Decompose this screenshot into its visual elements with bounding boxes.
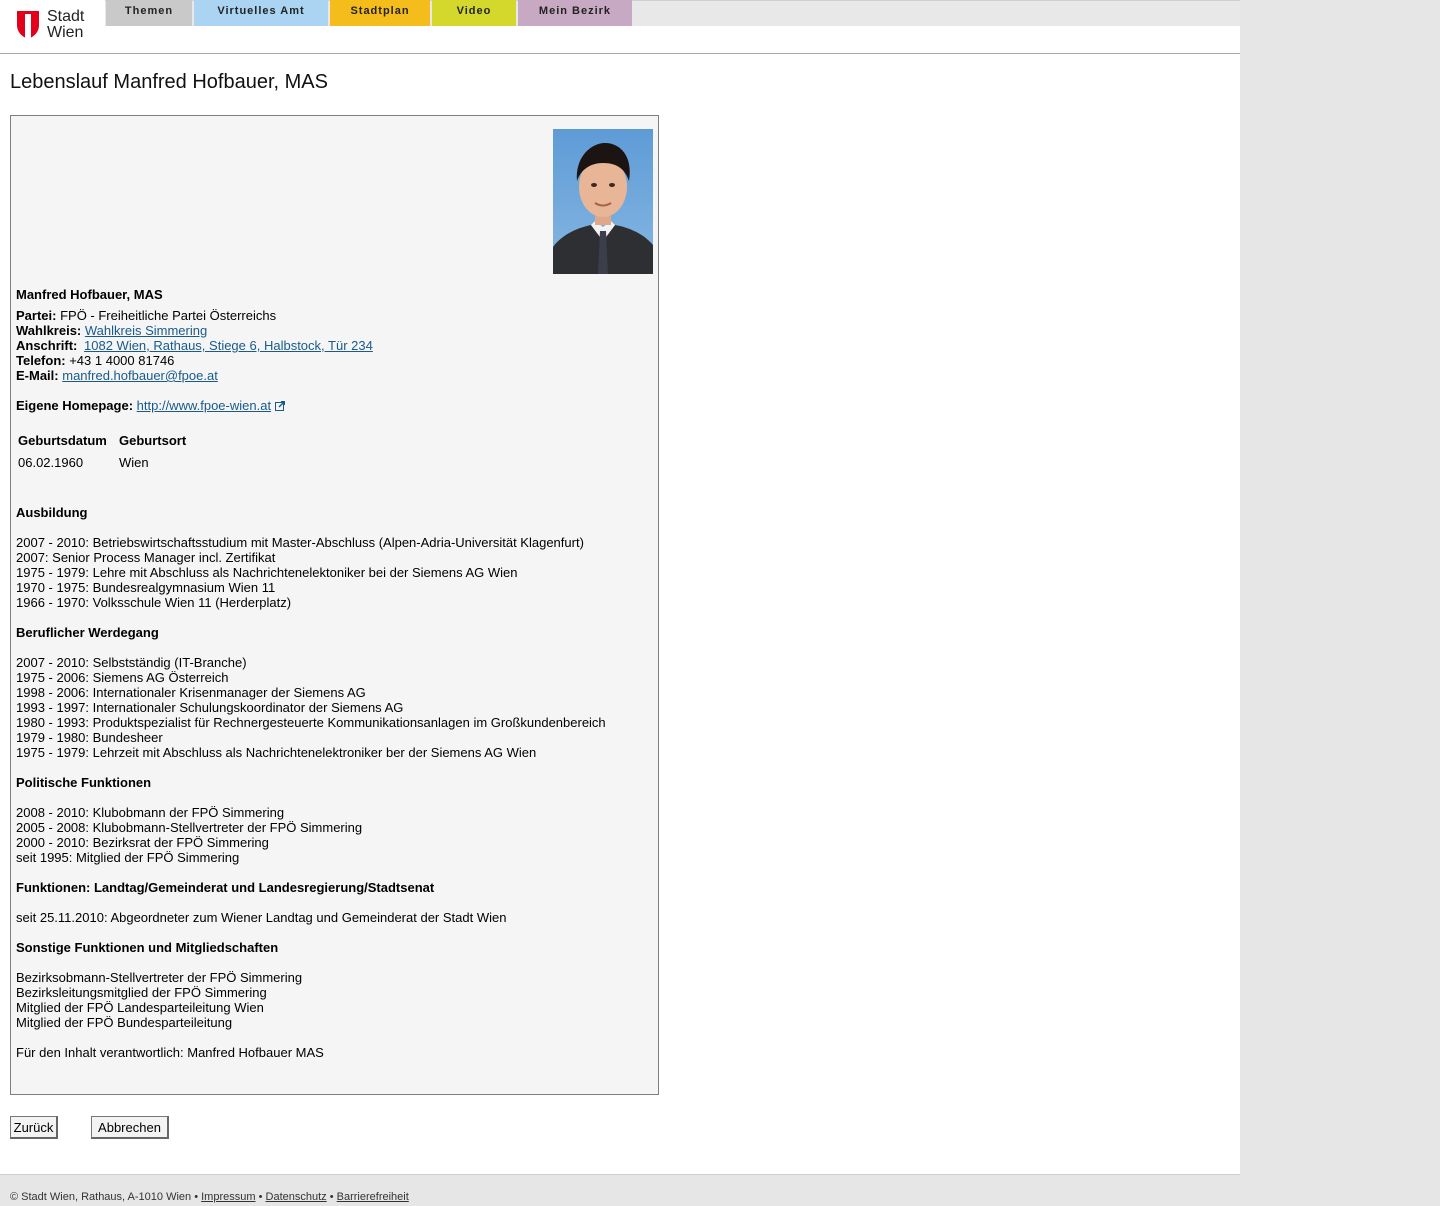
partei-label: Partei: [16,308,57,323]
homepage-link[interactable]: http://www.fpoe-wien.at [137,398,271,413]
page-title: Lebenslauf Manfred Hofbauer, MAS [10,71,328,93]
footer-line: © Stadt Wien, Rathaus, A-1010 Wien • Imp… [10,1191,409,1203]
telefon-value: +43 1 4000 81746 [69,353,175,368]
nav-tab-label: Stadtplan [350,5,410,17]
list-item: 2007: Senior Process Manager incl. Zerti… [16,550,276,565]
list-item: 1993 - 1997: Internationaler Schulungsko… [16,700,404,715]
page: Stadt Wien Themen Virtuelles Amt Stadtpl… [0,0,1240,1206]
wahlkreis-label: Wahlkreis: [16,323,82,338]
header: Stadt Wien Themen Virtuelles Amt Stadtpl… [0,0,1240,54]
cancel-button[interactable]: Abbrechen [91,1116,169,1139]
list-item: 2000 - 2010: Bezirksrat der FPÖ Simmerin… [16,835,269,850]
footer-separator: • [194,1191,199,1203]
nav-tab-label: Themen [124,5,174,17]
list-item: seit 25.11.2010: Abgeordneter zum Wiener… [16,910,507,925]
list-item: 1975 - 1979: Lehre mit Abschluss als Nac… [16,565,518,580]
vienna-shield-icon [17,11,39,39]
footer-separator: • [329,1191,334,1203]
stadt-wien-logo[interactable]: Stadt Wien [16,8,106,44]
nav-tab-themen[interactable]: Themen [106,0,192,26]
list-item: 1980 - 1993: Produktspezialist für Rechn… [16,715,606,730]
birth-place-cell: Wien [119,455,149,470]
birth-date-cell: 06.02.1960 [18,455,84,470]
telefon-row: Telefon: +43 1 4000 81746 [16,353,174,368]
telefon-label: Telefon: [16,353,66,368]
list-item: 1979 - 1980: Bundesheer [16,730,163,745]
footer: © Stadt Wien, Rathaus, A-1010 Wien • Imp… [0,1174,1240,1206]
list-item: 1966 - 1970: Volksschule Wien 11 (Herder… [16,595,292,610]
nav-tab-label: Mein Bezirk [538,5,612,17]
birth-table-header: Geburtsdatum [18,433,107,448]
section-heading: Beruflicher Werdegang [16,625,159,640]
list-item: Bezirksleitungsmitglied der FPÖ Simmerin… [16,985,267,1000]
nav-tab-stadtplan[interactable]: Stadtplan [330,0,430,26]
responsible-note: Für den Inhalt verantwortlich: Manfred H… [16,1045,324,1060]
email-row: E-Mail: manfred.hofbauer@fpoe.at [16,368,218,383]
partei-value: FPÖ - Freiheitliche Partei Österreichs [60,308,277,323]
profile-name: Manfred Hofbauer, MAS [16,287,163,302]
nav-tab-virtuelles-amt[interactable]: Virtuelles Amt [194,0,328,26]
list-item: seit 1995: Mitglied der FPÖ Simmering [16,850,240,865]
portrait-image [553,129,653,274]
list-item: 1970 - 1975: Bundesrealgymnasium Wien 11 [16,580,276,595]
list-item: 2007 - 2010: Selbstständig (IT-Branche) [16,655,247,670]
logo-text: Stadt Wien [47,8,85,41]
list-item: 2005 - 2008: Klubobmann-Stellvertreter d… [16,820,363,835]
list-item: 2008 - 2010: Klubobmann der FPÖ Simmerin… [16,805,285,820]
list-item: 1998 - 2006: Internationaler Krisenmanag… [16,685,366,700]
portrait-photo [553,129,653,274]
nav-tab-label: Video [456,5,492,17]
anschrift-link[interactable]: 1082 Wien, Rathaus, Stiege 6, Halbstock,… [84,338,373,353]
back-button[interactable]: Zurück [10,1116,58,1139]
list-item: Bezirksobmann-Stellvertreter der FPÖ Sim… [16,970,303,985]
nav-tab-video[interactable]: Video [432,0,516,26]
list-item: Mitglied der FPÖ Landesparteileitung Wie… [16,1000,264,1015]
anschrift-label: Anschrift: [16,338,78,353]
section-heading: Ausbildung [16,505,88,520]
section-heading: Funktionen: Landtag/Gemeinderat und Land… [16,880,435,895]
wahlkreis-row: Wahlkreis: Wahlkreis Simmering [16,323,207,338]
list-item: 1975 - 1979: Lehrzeit mit Abschluss als … [16,745,537,760]
list-item: Mitglied der FPÖ Bundesparteileitung [16,1015,233,1030]
homepage-row: Eigene Homepage: http://www.fpoe-wien.at [16,398,286,413]
footer-link-impressum[interactable]: Impressum [201,1191,255,1203]
footer-link-datenschutz[interactable]: Datenschutz [266,1191,327,1203]
list-item: 2007 - 2010: Betriebswirtschaftsstudium … [16,535,584,550]
footer-copyright: © Stadt Wien, Rathaus, A-1010 Wien [10,1191,192,1203]
homepage-label: Eigene Homepage: [16,398,134,413]
email-link[interactable]: manfred.hofbauer@fpoe.at [62,368,218,383]
section-heading: Politische Funktionen [16,775,152,790]
wahlkreis-link[interactable]: Wahlkreis Simmering [85,323,207,338]
footer-link-barrierefreiheit[interactable]: Barrierefreiheit [337,1191,409,1203]
external-link-icon [275,401,286,411]
birth-table-header: Geburtsort [119,433,187,448]
nav-tab-mein-bezirk[interactable]: Mein Bezirk [518,0,632,26]
partei-row: Partei: FPÖ - Freiheitliche Partei Öster… [16,308,276,323]
anschrift-row: Anschrift: 1082 Wien, Rathaus, Stiege 6,… [16,338,373,353]
cv-box: Manfred Hofbauer, MAS Partei: FPÖ - Frei… [10,115,659,1095]
nav-tab-label: Virtuelles Amt [217,5,305,17]
list-item: 1975 - 2006: Siemens AG Österreich [16,670,229,685]
footer-separator: • [258,1191,263,1203]
email-label: E-Mail: [16,368,59,383]
section-heading: Sonstige Funktionen und Mitgliedschaften [16,940,279,955]
